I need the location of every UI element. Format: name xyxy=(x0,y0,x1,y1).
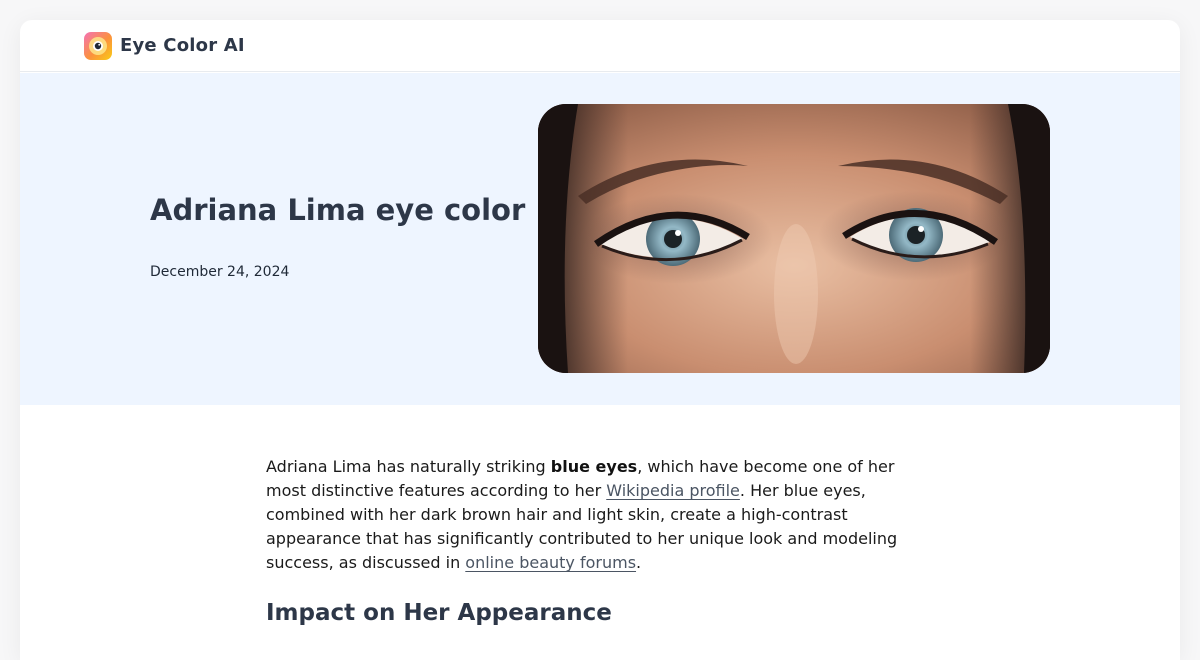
page-card: Eye Color AI Adriana Lima eye color Dece… xyxy=(20,20,1180,660)
eye-logo-icon[interactable] xyxy=(84,31,112,60)
publish-date: December 24, 2024 xyxy=(150,264,290,280)
intro-bold: blue eyes xyxy=(550,457,638,476)
intro-paragraph: Adriana Lima has naturally striking blue… xyxy=(266,455,916,575)
brand-name[interactable]: Eye Color AI xyxy=(120,35,245,56)
hero-section: Adriana Lima eye color December 24, 2024 xyxy=(20,73,1180,405)
intro-text-1: Adriana Lima has naturally striking xyxy=(266,457,551,476)
section-heading: Impact on Her Appearance xyxy=(266,600,612,626)
top-navbar: Eye Color AI xyxy=(20,20,1180,72)
eyes-photo xyxy=(538,104,1050,373)
article-body: Adriana Lima has naturally striking blue… xyxy=(266,455,916,626)
page-title: Adriana Lima eye color xyxy=(150,193,526,227)
intro-text-4: . xyxy=(636,553,642,572)
beauty-forums-link[interactable]: online beauty forums xyxy=(465,553,636,572)
wikipedia-link[interactable]: Wikipedia profile xyxy=(606,481,740,500)
